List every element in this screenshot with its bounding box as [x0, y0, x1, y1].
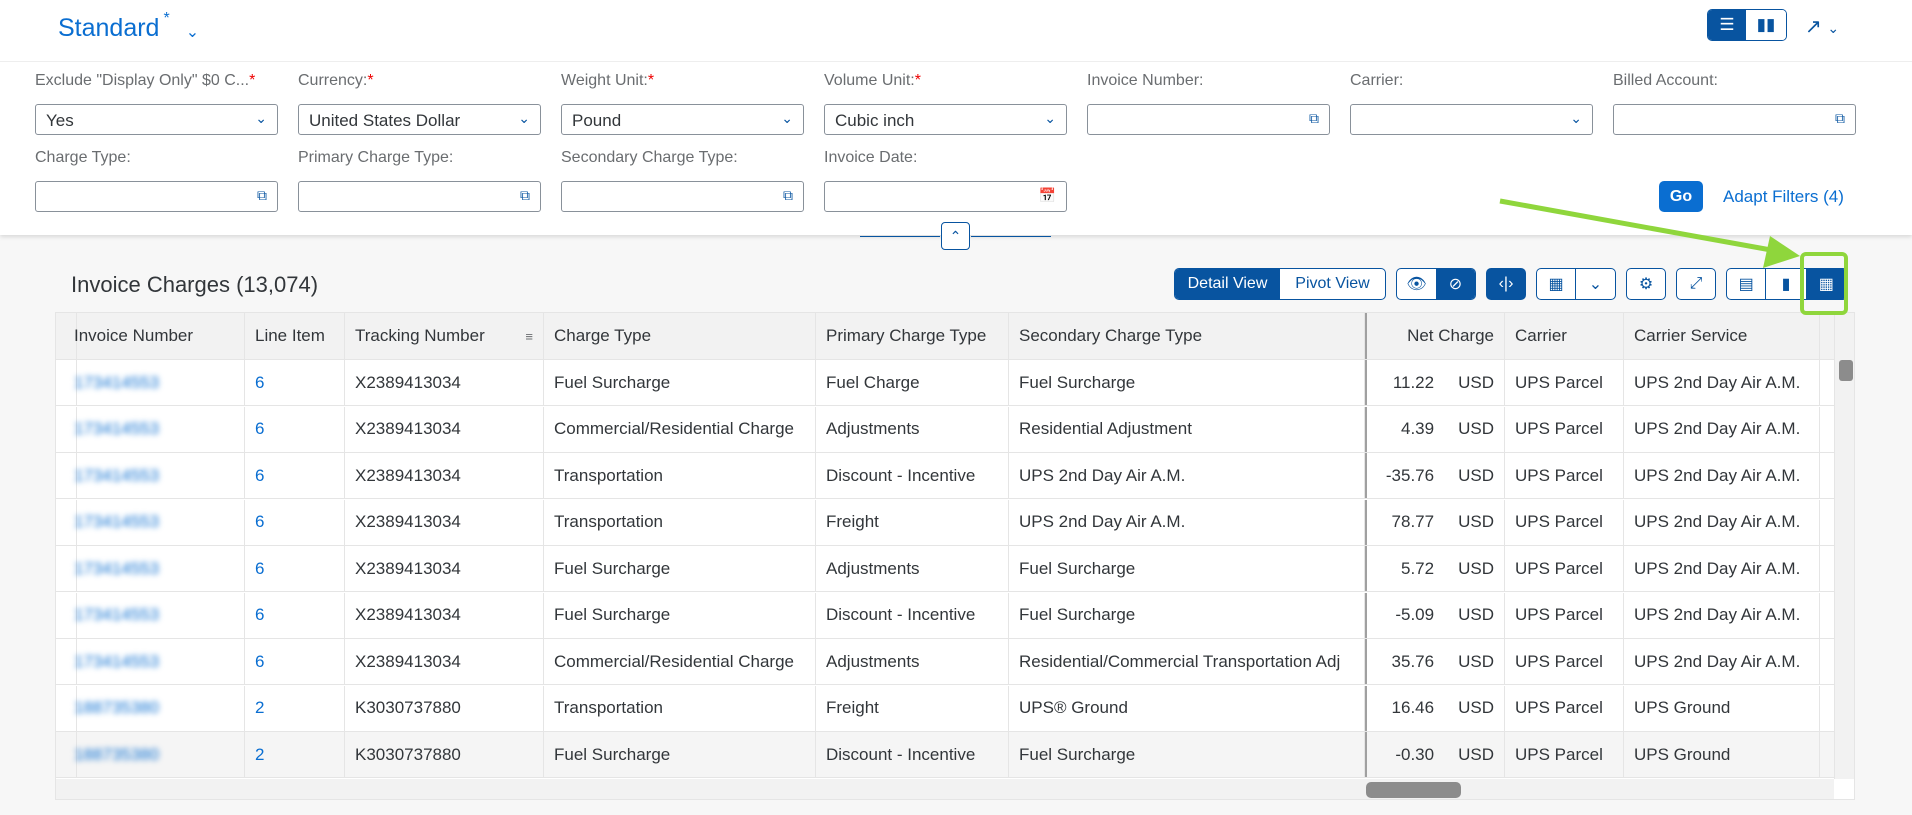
- highlight-box: [1800, 252, 1848, 315]
- annotation-arrow: [1499, 198, 1800, 268]
